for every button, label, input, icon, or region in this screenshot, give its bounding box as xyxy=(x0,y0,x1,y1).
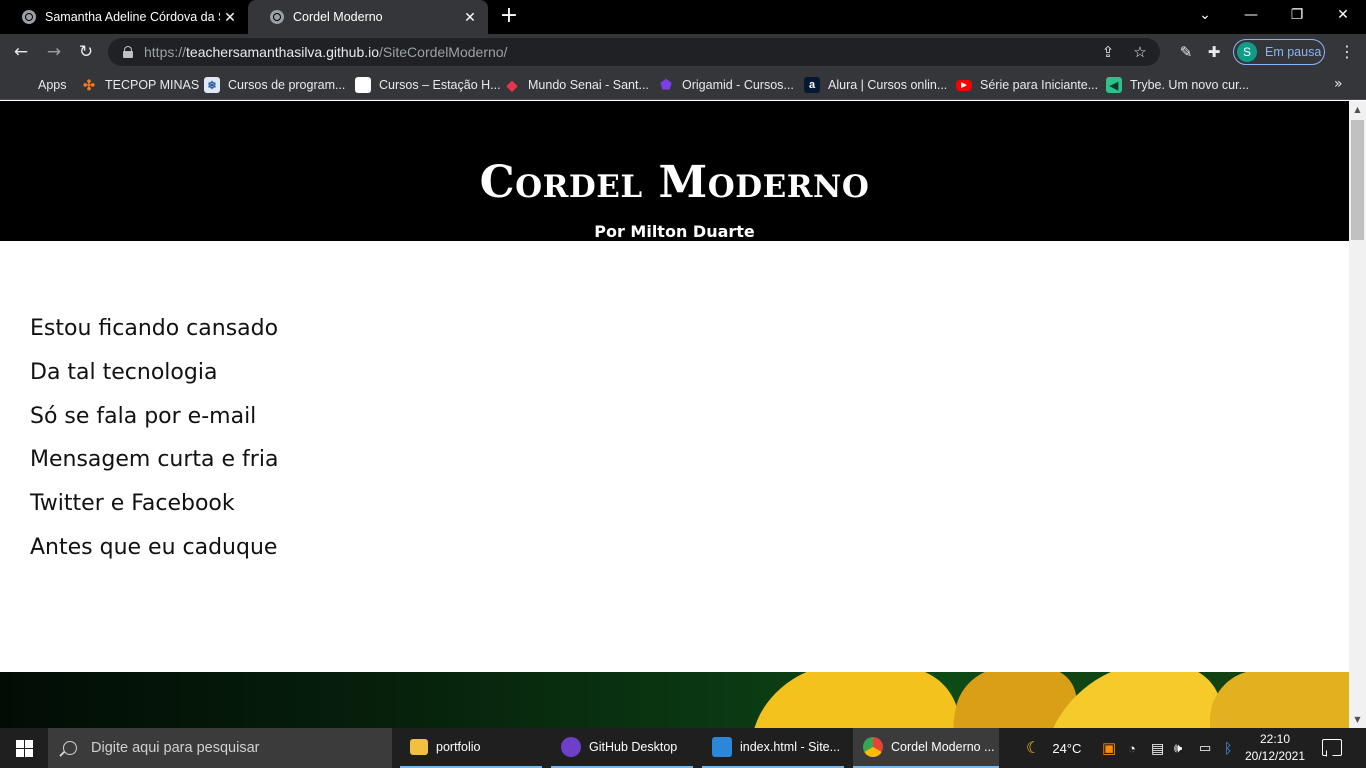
flower-petal xyxy=(745,672,985,728)
alura-icon: a xyxy=(804,77,820,93)
extension-pen-icon[interactable]: ✎ xyxy=(1176,42,1196,62)
folder-icon xyxy=(410,739,428,755)
url-text: https://teachersamanthasilva.github.io/S… xyxy=(144,44,508,60)
poem-line: Twitter e Facebook xyxy=(30,491,235,517)
scroll-thumb[interactable] xyxy=(1351,120,1364,240)
page-subtitle: Por Milton Duarte xyxy=(594,222,755,241)
share-icon[interactable]: ⇪ xyxy=(1098,42,1118,62)
menu-icon[interactable]: ⋮ xyxy=(1337,42,1357,62)
bookmark-alura[interactable]: a Alura | Cursos onlin... xyxy=(804,76,947,94)
estacao-icon xyxy=(355,77,371,93)
poem-line: Estou ficando cansado xyxy=(30,316,279,341)
scroll-up-icon[interactable]: ▲ xyxy=(1349,101,1366,118)
taskbar-search[interactable]: Digite aqui para pesquisar xyxy=(48,728,392,768)
bookmark-estacao-h[interactable]: Cursos – Estação H... xyxy=(355,76,501,94)
page-scrollbar[interactable]: ▲ ▼ xyxy=(1349,101,1366,728)
trybe-icon: ◀ xyxy=(1106,77,1122,93)
apps-grid-icon xyxy=(14,77,30,93)
address-bar[interactable]: https://teachersamanthasilva.github.io/S… xyxy=(108,38,1160,66)
poem-line: Antes que eu caduque xyxy=(30,534,278,560)
senai-icon: ◆ xyxy=(506,76,518,93)
bookmark-star-icon[interactable]: ☆ xyxy=(1130,42,1150,62)
bookmark-mundo-senai[interactable]: ◆ Mundo Senai - Sant... xyxy=(504,76,649,94)
tab-title: Cordel Moderno xyxy=(293,10,383,24)
globe-icon xyxy=(270,10,284,24)
windows-logo-icon xyxy=(15,739,33,757)
taskbar: Digite aqui para pesquisar portfolio Git… xyxy=(0,728,1366,768)
system-clock[interactable]: 22:10 20/12/2021 xyxy=(1244,731,1306,765)
task-chrome[interactable]: Cordel Moderno ... xyxy=(853,728,999,768)
start-button[interactable] xyxy=(0,728,48,768)
close-window-button[interactable]: ✕ xyxy=(1320,0,1366,30)
page-title: Cordel Moderno xyxy=(479,157,870,208)
tray-app-icon[interactable]: ▣ xyxy=(1102,728,1116,768)
new-tab-button[interactable]: + xyxy=(498,5,520,27)
task-github-desktop[interactable]: GitHub Desktop xyxy=(551,728,693,768)
task-portfolio[interactable]: portfolio xyxy=(400,728,542,768)
tab-samantha[interactable]: Samantha Adeline Córdova da Si ✕ xyxy=(0,0,248,34)
close-tab-icon[interactable]: ✕ xyxy=(220,9,240,26)
extensions-puzzle-icon[interactable]: ✚ xyxy=(1204,42,1224,62)
forward-button[interactable]: → xyxy=(41,39,67,65)
back-button[interactable]: ← xyxy=(8,39,34,65)
scroll-down-icon[interactable]: ▼ xyxy=(1349,711,1366,728)
flower-petal xyxy=(1210,672,1349,728)
bookmarks-bar: Apps ✣ TECPOP MINAS ❄ Cursos de program.… xyxy=(0,70,1366,100)
tab-strip: Samantha Adeline Córdova da Si ✕ Cordel … xyxy=(0,0,1366,34)
poem-line: Só se fala por e-mail xyxy=(30,403,257,429)
tecpop-icon: ✣ xyxy=(83,76,95,93)
restore-button[interactable]: ❐ xyxy=(1274,0,1320,30)
search-icon xyxy=(63,741,77,755)
clock-time: 22:10 xyxy=(1259,732,1291,746)
poem-line: Da tal tecnologia xyxy=(30,359,218,385)
flower-image xyxy=(0,672,1349,728)
reload-button[interactable]: ↻ xyxy=(73,39,99,65)
bookmark-tecpop[interactable]: ✣ TECPOP MINAS xyxy=(81,76,199,94)
minimize-button[interactable]: — xyxy=(1228,0,1274,30)
youtube-icon: ▶ xyxy=(956,79,972,91)
moon-cloud-icon: ☾ xyxy=(1026,740,1041,757)
site-header: Cordel Moderno Por Milton Duarte xyxy=(0,101,1349,241)
clock-date: 20/12/2021 xyxy=(1244,749,1306,763)
avatar: S xyxy=(1237,42,1257,62)
chrome-icon xyxy=(863,737,883,757)
monitor-icon[interactable]: ▤ xyxy=(1151,728,1164,768)
origamid-icon: ⬟ xyxy=(660,77,672,92)
globe-icon xyxy=(22,10,36,24)
notifications-icon[interactable] xyxy=(1322,739,1342,756)
bookmark-apps[interactable]: Apps xyxy=(14,76,67,94)
profile-button[interactable]: S Em pausa xyxy=(1233,39,1325,65)
page-viewport: Cordel Moderno Por Milton Duarte Estou f… xyxy=(0,101,1349,728)
bookmark-origamid[interactable]: ⬟ Origamid - Cursos... xyxy=(658,76,794,94)
poem: Estou ficando cansado Da tal tecnologia … xyxy=(30,307,278,570)
bookmarks-overflow-icon[interactable]: » xyxy=(1334,76,1343,92)
bookmark-serie-iniciante[interactable]: ▶ Série para Iniciante... xyxy=(956,76,1098,94)
task-vscode[interactable]: index.html - Site... xyxy=(702,728,844,768)
battery-icon[interactable]: ▭ xyxy=(1199,728,1211,768)
poem-line: Mensagem curta e fria xyxy=(30,447,279,473)
network-icon[interactable]: ◔ xyxy=(1128,728,1136,768)
tab-title: Samantha Adeline Córdova da Si xyxy=(45,10,220,24)
bluetooth-icon[interactable]: ᛒ xyxy=(1224,728,1232,768)
weather-temp: 24°C xyxy=(1052,740,1082,756)
tab-cordel-moderno[interactable]: Cordel Moderno ✕ xyxy=(248,0,488,34)
bookmark-trybe[interactable]: ◀ Trybe. Um novo cur... xyxy=(1106,76,1249,94)
browser-toolbar: ← → ↻ https://teachersamanthasilva.githu… xyxy=(0,34,1366,70)
cursos-icon: ❄ xyxy=(204,77,220,93)
weather-widget[interactable]: ☾ 24°C xyxy=(1026,728,1081,768)
tab-search-button[interactable]: ⌄ xyxy=(1182,0,1228,30)
close-tab-icon[interactable]: ✕ xyxy=(460,9,480,26)
volume-icon[interactable]: 🕪 xyxy=(1174,728,1182,768)
search-placeholder: Digite aqui para pesquisar xyxy=(91,740,260,756)
github-icon xyxy=(561,737,581,757)
bookmark-cursos-programacao[interactable]: ❄ Cursos de program... xyxy=(204,76,345,94)
profile-status: Em pausa xyxy=(1265,45,1322,59)
vscode-icon xyxy=(712,737,732,757)
lock-icon[interactable] xyxy=(122,46,134,58)
